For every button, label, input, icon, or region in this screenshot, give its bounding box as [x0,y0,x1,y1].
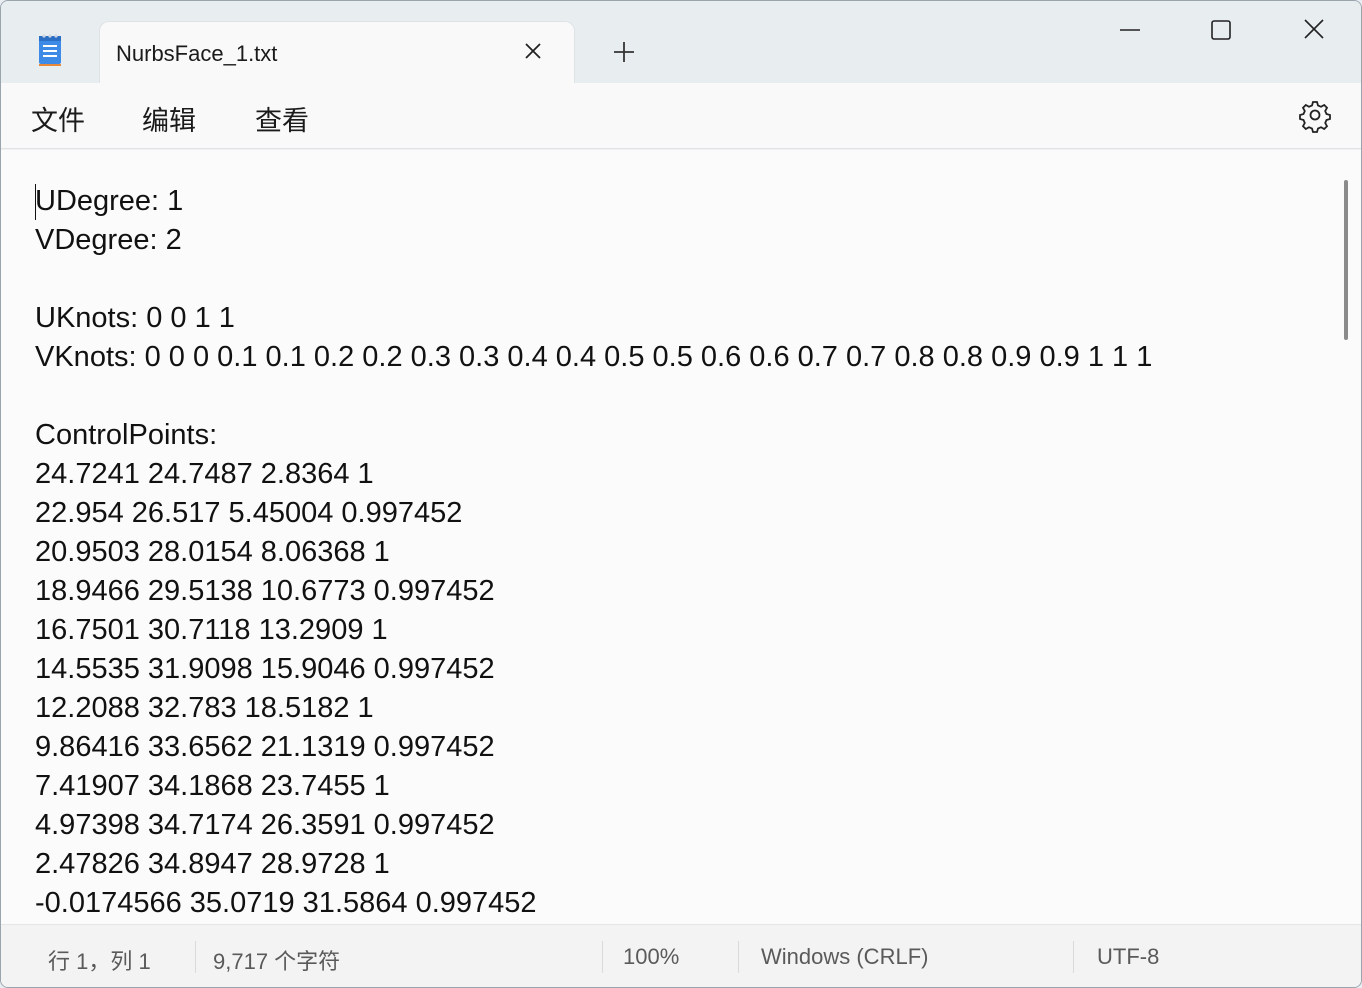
text-line: UKnots: 0 0 1 1 [35,302,235,334]
menu-edit[interactable]: 编辑 [142,99,196,138]
status-divider [195,941,196,973]
notepad-window: NurbsFace_1.txt 文件 编辑 查看 UDegree: 1 VDeg… [0,0,1362,988]
text-line: 4.97398 34.7174 26.3591 0.997452 [35,809,495,841]
menu-view[interactable]: 查看 [255,99,309,138]
text-line: 18.9466 29.5138 10.6773 0.997452 [35,575,495,607]
text-line: VDegree: 2 [35,224,182,256]
cursor-position: 行 1，列 1 [48,949,151,974]
close-window-button[interactable] [1295,13,1335,49]
status-divider [602,941,603,973]
text-line: 24.7241 24.7487 2.8364 1 [35,458,374,490]
status-divider [1073,941,1074,973]
encoding[interactable]: UTF-8 [1097,944,1159,970]
menu-file[interactable]: 文件 [31,99,85,138]
minimize-button[interactable] [1111,13,1151,49]
text-line: 14.5535 31.9098 15.9046 0.997452 [35,653,495,685]
text-line: 7.41907 34.1868 23.7455 1 [35,770,390,802]
notepad-icon [37,33,65,67]
text-line: 16.7501 30.7118 13.2909 1 [35,614,388,646]
line-ending[interactable]: Windows (CRLF) [761,944,928,970]
text-line: VKnots: 0 0 0 0.1 0.1 0.2 0.2 0.3 0.3 0.… [35,341,1153,373]
maximize-button[interactable] [1201,13,1241,49]
character-count: 9,717 个字符 [213,949,341,974]
text-line: 2.47826 34.8947 28.9728 1 [35,848,390,880]
editor-content[interactable]: UDegree: 1 VDegree: 2 UKnots: 0 0 1 1 VKno… [35,182,1152,923]
text-line: -0.0174566 35.0719 31.5864 0.997452 [35,887,537,919]
status-bar: 行 1，列 1 9,717 个字符 100% Windows (CRLF) UT… [1,924,1361,987]
gear-icon[interactable] [1297,97,1333,133]
title-bar: NurbsFace_1.txt [1,1,1361,83]
text-line: 12.2088 32.783 18.5182 1 [35,692,374,724]
plus-icon[interactable] [609,37,639,67]
text-editor[interactable]: UDegree: 1 VDegree: 2 UKnots: 0 0 1 1 VKno… [1,150,1361,924]
tab-title: NurbsFace_1.txt [116,41,278,66]
close-icon[interactable] [520,38,548,66]
text-line: 22.954 26.517 5.45004 0.997452 [35,497,463,529]
zoom-level[interactable]: 100% [623,944,679,970]
status-divider [738,941,739,973]
vertical-scrollbar[interactable] [1344,180,1348,340]
text-line: UDegree: 1 [35,185,184,217]
text-line [35,260,1152,299]
text-line: 20.9503 28.0154 8.06368 1 [35,536,390,568]
menu-bar: 文件 编辑 查看 [1,83,1361,149]
tab-document[interactable]: NurbsFace_1.txt [99,21,575,83]
text-line: 9.86416 33.6562 21.1319 0.997452 [35,731,495,763]
text-line: ControlPoints: [35,419,218,451]
text-line [35,377,1152,416]
